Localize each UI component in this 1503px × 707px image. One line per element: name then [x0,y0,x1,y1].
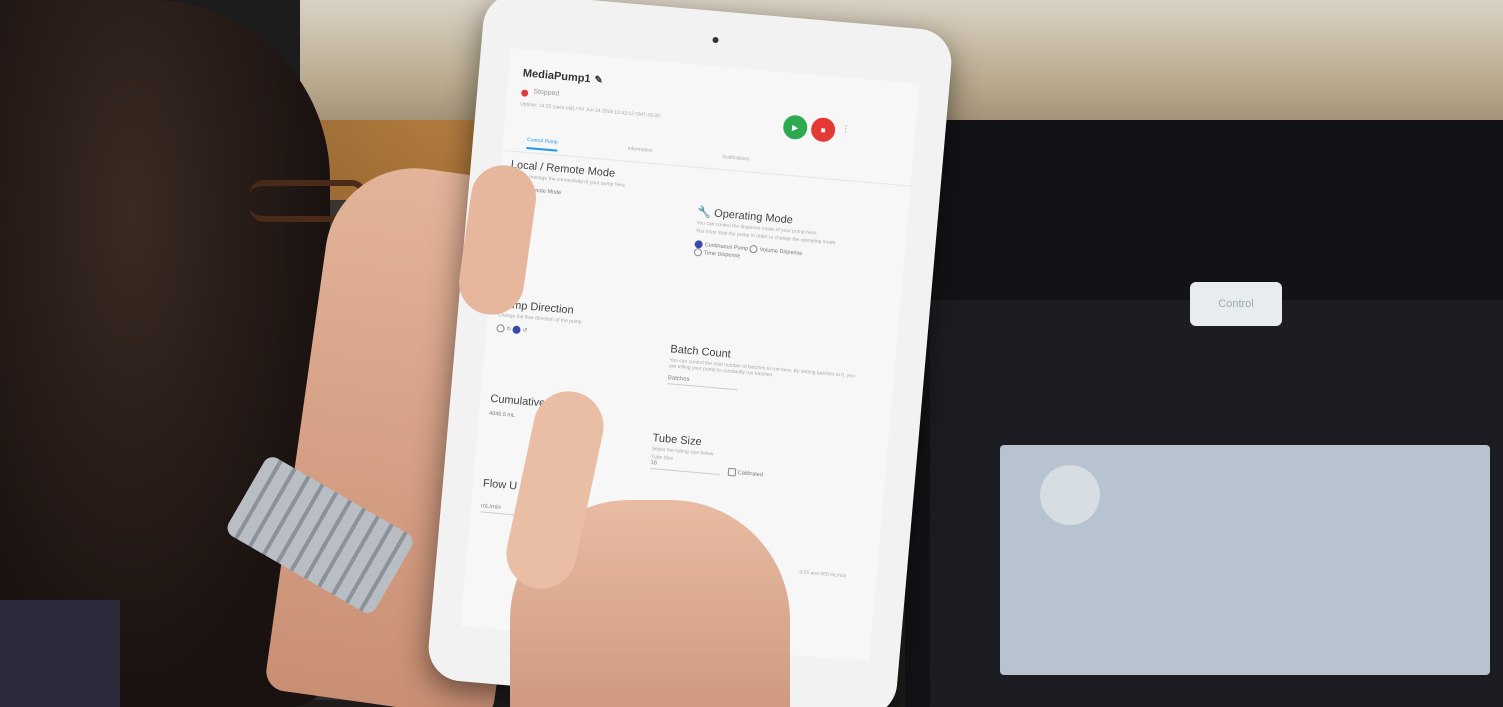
time-dispense-radio[interactable] [693,247,703,257]
counterclockwise-icon: ↺ [522,327,528,335]
stop-button[interactable]: ■ [810,116,837,143]
photo-scene: Control MediaPump1 ✎ Stopped Uptime: 14:2… [0,0,1503,707]
tab-notifications[interactable]: Notifications [722,154,750,162]
calibrated-checkbox[interactable] [727,467,737,476]
batches-field[interactable]: Batches [667,375,738,391]
tablet-camera [712,36,719,44]
tube-size-section: Tube Size Select the tubing size below T… [649,432,843,485]
more-menu-icon[interactable]: ⋮ [841,123,851,135]
uptime-text: Uptime: 14:25 (secs old) / Fri Jun 14 20… [519,101,661,120]
tab-control-pump[interactable]: Control Pump [526,136,558,152]
status-text: Stopped [533,88,560,98]
time-dispense-label: Time Dispense [703,250,741,260]
device-name: MediaPump1 [522,67,592,86]
pump-direction-section: Pump Direction Change the flow direction… [496,298,668,347]
person-shirt [0,600,120,707]
tab-information[interactable]: Information [627,146,652,154]
counterclockwise-radio[interactable] [512,325,522,335]
device-title: MediaPump1 ✎ [522,67,603,86]
clockwise-icon: ↻ [506,326,512,333]
batch-count-section: Batch Count You can control the total nu… [667,343,860,400]
volume-dispense-label: Volume Dispense [759,247,803,257]
clockwise-radio[interactable] [496,324,505,333]
volume-dispense-radio[interactable] [749,244,759,254]
status-dot-icon [520,89,529,97]
monitor-pump-image [1040,465,1100,525]
monitor-tab: Control [1190,282,1282,326]
operating-mode-section: 🔧 Operating Mode You can control the dis… [693,205,888,272]
play-button[interactable]: ▶ [782,114,809,141]
edit-pencil-icon[interactable]: ✎ [594,75,603,87]
calibrated-label: Calibrated [737,469,764,478]
